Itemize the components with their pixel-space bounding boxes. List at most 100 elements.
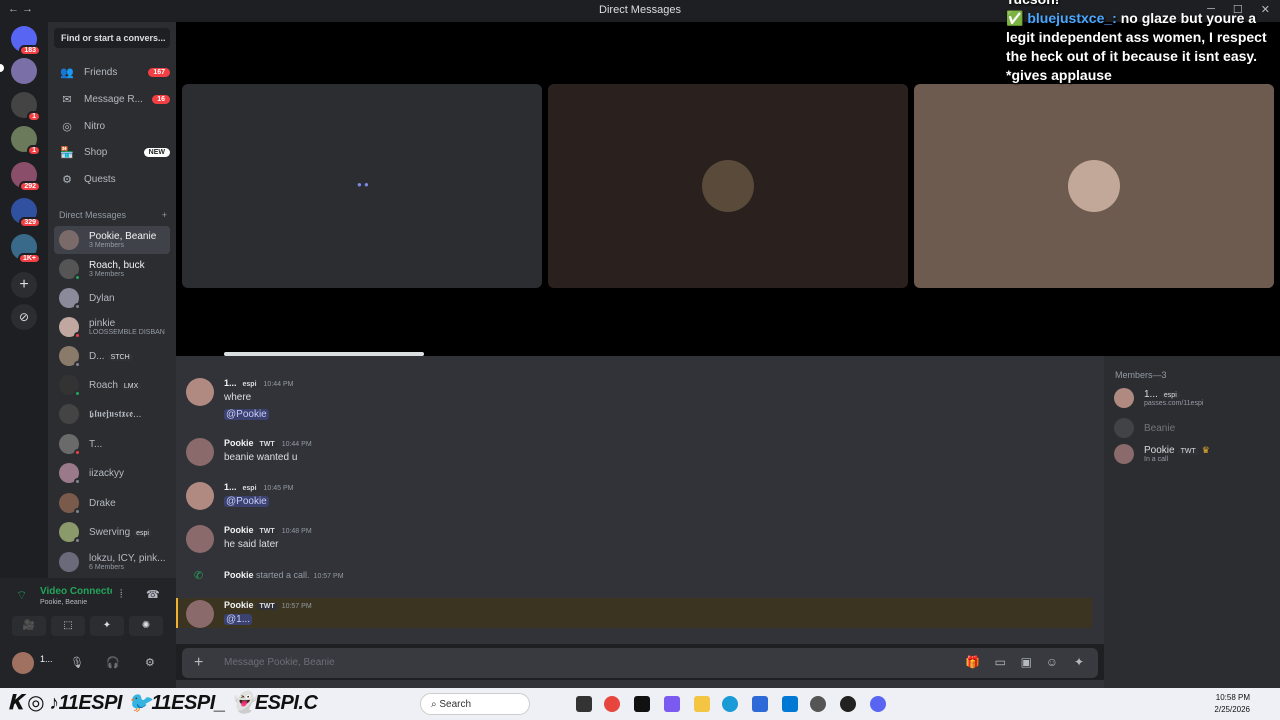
nav-label: Shop xyxy=(84,146,108,158)
nitro-link[interactable]: ◎ Nitro xyxy=(54,114,170,138)
tiktok-icon[interactable] xyxy=(634,696,650,712)
shop-link[interactable]: 🏪 Shop NEW xyxy=(54,140,170,164)
video-tile[interactable] xyxy=(548,84,908,288)
server-icon[interactable]: 292 xyxy=(11,162,41,192)
clock[interactable]: 10:58 PM 2/25/2026 xyxy=(1214,692,1250,716)
voice-channel: Pookie, Beanie xyxy=(40,599,88,606)
screenshare-button[interactable]: ⬚ xyxy=(51,616,85,636)
gift-icon[interactable]: 🎁 xyxy=(965,655,980,669)
server-icon[interactable]: 329 xyxy=(11,198,41,228)
microphone-icon[interactable]: 🎙 xyxy=(70,656,84,669)
obs-icon[interactable] xyxy=(840,696,856,712)
message-text: beanie wanted u xyxy=(224,452,298,463)
timestamp: 10:48 PM xyxy=(281,528,312,535)
avatar[interactable] xyxy=(186,600,214,628)
create-dm-button[interactable]: + xyxy=(162,210,167,220)
sticker-icon[interactable]: ▣ xyxy=(1021,655,1032,669)
copilot-icon[interactable] xyxy=(664,696,680,712)
timestamp: 10:45 PM xyxy=(263,485,294,492)
emoji-icon[interactable]: ☺ xyxy=(1046,655,1058,669)
noise-icon[interactable]: ⦙ xyxy=(120,588,122,601)
settings-icon[interactable] xyxy=(810,696,826,712)
message-text: where xyxy=(224,392,252,403)
folder-icon[interactable] xyxy=(694,696,710,712)
avatar[interactable] xyxy=(186,525,214,553)
author-name[interactable]: Pookie xyxy=(224,570,254,580)
home-button[interactable]: 183 xyxy=(11,26,41,56)
message-input[interactable]: Message Pookie, Beanie xyxy=(224,657,335,668)
avatar[interactable] xyxy=(12,652,34,674)
selected-indicator xyxy=(0,64,4,72)
disconnect-icon[interactable]: ☎ xyxy=(146,588,160,601)
friends-link[interactable]: 👥 Friends 167 xyxy=(54,60,170,84)
message-requests-link[interactable]: ✉ Message R... 16 xyxy=(54,87,170,111)
quests-link[interactable]: ⚙ Quests xyxy=(54,167,170,191)
gear-icon[interactable]: ⚙ xyxy=(145,656,155,669)
member-item[interactable]: Pookie TWT ♛ In a call xyxy=(1114,444,1210,464)
dm-item[interactable]: Roach, buck 3 Members xyxy=(54,255,170,283)
avatar[interactable] xyxy=(186,378,214,406)
headphones-icon[interactable]: 🎧 xyxy=(106,656,120,669)
search-input[interactable]: Find or start a convers... xyxy=(54,28,170,48)
apps-icon[interactable]: ✦ xyxy=(1074,655,1084,669)
avatar[interactable] xyxy=(186,482,214,510)
overlay-message: ✅ bluejustxce_: no glaze but youre a leg… xyxy=(1006,9,1276,85)
gif-icon[interactable]: ▭ xyxy=(995,655,1006,669)
chrome-icon[interactable] xyxy=(604,696,620,712)
video-tile[interactable]: ● ● xyxy=(182,84,542,288)
author-name[interactable]: Pookie xyxy=(224,438,254,448)
dm-item[interactable]: iizackyy xyxy=(54,459,170,487)
dm-item[interactable]: Dylan xyxy=(54,284,170,312)
store-icon[interactable] xyxy=(752,696,768,712)
requests-badge: 16 xyxy=(152,94,170,104)
discover-icon[interactable]: ⊘ xyxy=(11,304,37,330)
soundboard-button[interactable]: ✺ xyxy=(129,616,163,636)
dm-item[interactable]: lokzu, ICY, pink... 6 Members xyxy=(54,548,170,576)
dm-item[interactable]: Pookie, Beanie 3 Members xyxy=(54,226,170,254)
server-list: 183 1 1 292 329 1K+ + ⊘ xyxy=(0,22,48,578)
dm-item[interactable]: D... STCH xyxy=(54,342,170,370)
server-icon[interactable] xyxy=(11,58,37,84)
server-icon[interactable]: 1 xyxy=(11,126,41,156)
dm-name: Swerving xyxy=(89,526,131,538)
author-name[interactable]: Pookie xyxy=(224,525,254,535)
task-view-icon[interactable] xyxy=(576,696,592,712)
member-name: Beanie xyxy=(1144,422,1176,434)
chat-area: 1... espi 10:44 PM where @Pookie Pookie TWT… xyxy=(176,356,1104,644)
timestamp: 10:57 PM xyxy=(313,573,344,580)
camera-button[interactable]: 🎥 xyxy=(12,616,46,636)
dm-item[interactable]: 𝖇𝖑𝖚𝖊𝖏𝖚𝖘𝖙𝖝𝖈𝖊... xyxy=(54,400,170,428)
add-server-icon[interactable]: + xyxy=(11,272,37,298)
author-name[interactable]: 1... xyxy=(224,482,237,492)
mention[interactable]: @1... xyxy=(224,614,253,625)
user-name: 1... xyxy=(40,654,53,664)
member-item[interactable]: Beanie xyxy=(1114,418,1175,438)
author-name[interactable]: Pookie xyxy=(224,600,254,610)
dm-item[interactable]: Roach LMX xyxy=(54,371,170,399)
mention[interactable]: @Pookie xyxy=(224,409,269,420)
member-item[interactable]: 1... espi passes.com/11espi xyxy=(1114,388,1203,408)
message-composer[interactable]: + Message Pookie, Beanie 🎁 ▭ ▣ ☺ ✦ xyxy=(182,648,1098,678)
dm-item[interactable]: Drake xyxy=(54,489,170,517)
check-icon: ✅ xyxy=(1006,10,1024,26)
edge-icon[interactable] xyxy=(722,696,738,712)
mention[interactable]: @Pookie xyxy=(224,496,269,507)
member-name: 1... xyxy=(1144,388,1158,400)
avatar[interactable] xyxy=(186,438,214,466)
avatar xyxy=(59,463,81,485)
unread-badge: 1 xyxy=(27,145,41,156)
discord-icon[interactable] xyxy=(870,696,886,712)
activities-button[interactable]: ✦ xyxy=(90,616,124,636)
taskbar-search[interactable]: ⌕ Search xyxy=(420,693,530,715)
voice-status[interactable]: Video Connected xyxy=(40,586,112,597)
dm-name: Roach, buck xyxy=(89,259,145,271)
video-tile[interactable] xyxy=(914,84,1274,288)
dm-item[interactable]: Swerving espi xyxy=(54,518,170,546)
server-icon[interactable]: 1K+ xyxy=(11,234,41,264)
author-name[interactable]: 1... xyxy=(224,378,237,388)
attach-icon[interactable]: + xyxy=(194,654,203,672)
app-icon[interactable] xyxy=(782,696,798,712)
dm-item[interactable]: T... xyxy=(54,430,170,458)
dm-item[interactable]: pinkie LOOSSEMBLE DISBAN xyxy=(54,313,170,341)
server-icon[interactable]: 1 xyxy=(11,92,41,122)
